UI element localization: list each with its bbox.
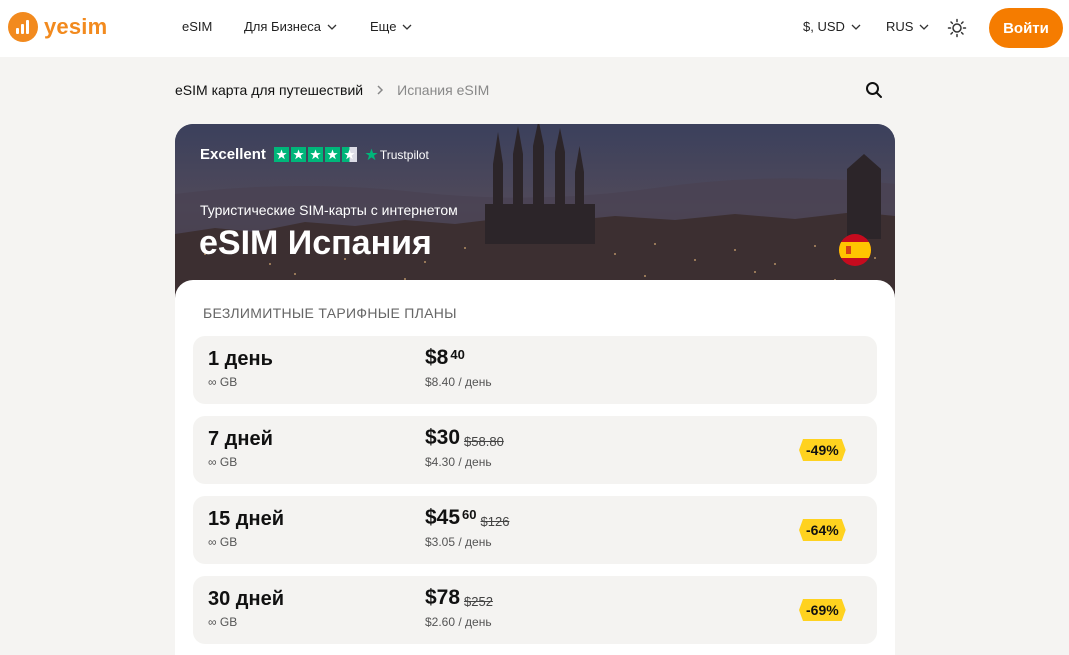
price-main: $45 xyxy=(425,506,461,529)
language-label: RUS xyxy=(886,19,914,34)
trustpilot-logo: Trustpilot xyxy=(365,148,429,162)
price-old: $58.80 xyxy=(464,434,504,449)
logo-text: yesim xyxy=(44,14,108,39)
chevron-down-icon xyxy=(402,24,412,30)
breadcrumb-current: Испания eSIM xyxy=(397,82,490,98)
plan-row[interactable]: 1 день ∞ GB $8 40 $8.40 / день xyxy=(193,336,877,404)
price-per-day: $3.05 / день xyxy=(425,535,492,549)
plan-price: $45 60 $126 xyxy=(425,506,509,530)
half-star-icon xyxy=(341,147,357,162)
star-icon xyxy=(324,147,340,162)
price-per-day: $8.40 / день xyxy=(425,375,492,389)
price-old: $126 xyxy=(480,514,510,529)
star-icon xyxy=(307,147,323,162)
discount-badge: -69% xyxy=(799,599,846,621)
price-per-day: $2.60 / день xyxy=(425,615,492,629)
plan-price: $8 40 xyxy=(425,346,465,370)
plan-duration: 7 дней xyxy=(208,428,273,450)
nav-more[interactable]: Еще xyxy=(370,19,413,34)
nav-more-label: Еще xyxy=(370,19,397,34)
price-main: $78 xyxy=(425,586,461,609)
yesim-logo[interactable]: yesim xyxy=(8,12,107,42)
price-main: $30 xyxy=(425,426,461,449)
star-icon xyxy=(290,147,306,162)
chevron-right-icon xyxy=(377,85,384,95)
plan-data: ∞ GB xyxy=(208,615,238,629)
currency-label: $, USD xyxy=(803,19,845,34)
star-icon xyxy=(273,147,289,162)
logo-bars-icon xyxy=(8,12,38,42)
search-icon[interactable] xyxy=(864,80,884,100)
discount-badge: -64% xyxy=(799,519,846,541)
page-title: eSIM Испания xyxy=(199,224,432,262)
price-cents: 60 xyxy=(462,507,477,522)
breadcrumb: eSIM карта для путешествий Испания eSIM xyxy=(175,82,489,98)
trustpilot-star-icon xyxy=(365,148,378,161)
plan-duration: 15 дней xyxy=(208,508,284,530)
trustpilot-label: Trustpilot xyxy=(379,147,429,162)
plan-duration: 30 дней xyxy=(208,588,284,610)
breadcrumb-home-link[interactable]: eSIM карта для путешествий xyxy=(175,82,363,98)
price-cents: 40 xyxy=(450,347,465,362)
login-button[interactable]: Войти xyxy=(989,8,1063,48)
spain-flag-icon xyxy=(839,234,871,266)
plan-duration: 1 день xyxy=(208,348,273,370)
nav-business-label: Для Бизнеса xyxy=(244,19,321,34)
plan-row[interactable]: 15 дней ∞ GB $45 60 $126 $3.05 / день -6… xyxy=(193,496,877,564)
chevron-down-icon xyxy=(919,24,929,30)
chevron-down-icon xyxy=(327,24,337,30)
hero-subtitle: Туристические SIM-карты с интернетом xyxy=(200,202,458,218)
rating-label: Excellent xyxy=(200,146,266,163)
plan-price: $78 $252 xyxy=(425,586,493,610)
rating-stars xyxy=(273,147,357,162)
plan-price: $30 $58.80 xyxy=(425,426,504,450)
plan-data: ∞ GB xyxy=(208,535,238,549)
nav-esim-label: eSIM xyxy=(182,19,213,34)
chevron-down-icon xyxy=(851,24,861,30)
plans-card: БЕЗЛИМИТНЫЕ ТАРИФНЫЕ ПЛАНЫ 1 день ∞ GB $… xyxy=(175,280,895,655)
language-select[interactable]: RUS xyxy=(886,19,930,34)
price-per-day: $4.30 / день xyxy=(425,455,492,469)
plan-data: ∞ GB xyxy=(208,375,238,389)
theme-toggle-sun-icon[interactable] xyxy=(947,18,967,38)
price-main: $8 xyxy=(425,346,449,369)
plan-row[interactable]: 30 дней ∞ GB $78 $252 $2.60 / день -69% xyxy=(193,576,877,644)
plans-section-title: БЕЗЛИМИТНЫЕ ТАРИФНЫЕ ПЛАНЫ xyxy=(203,305,457,321)
discount-badge: -49% xyxy=(799,439,846,461)
plan-data: ∞ GB xyxy=(208,455,238,469)
trustpilot-rating[interactable]: Excellent Trustpilot xyxy=(200,146,429,163)
nav-business[interactable]: Для Бизнеса xyxy=(244,19,338,34)
price-old: $252 xyxy=(464,594,493,609)
currency-select[interactable]: $, USD xyxy=(803,19,862,34)
top-header: yesim eSIM Для Бизнеса Еще $, USD RUS Во… xyxy=(0,0,1069,57)
plan-row[interactable]: 7 дней ∞ GB $30 $58.80 $4.30 / день -49% xyxy=(193,416,877,484)
nav-esim[interactable]: eSIM xyxy=(182,19,212,34)
